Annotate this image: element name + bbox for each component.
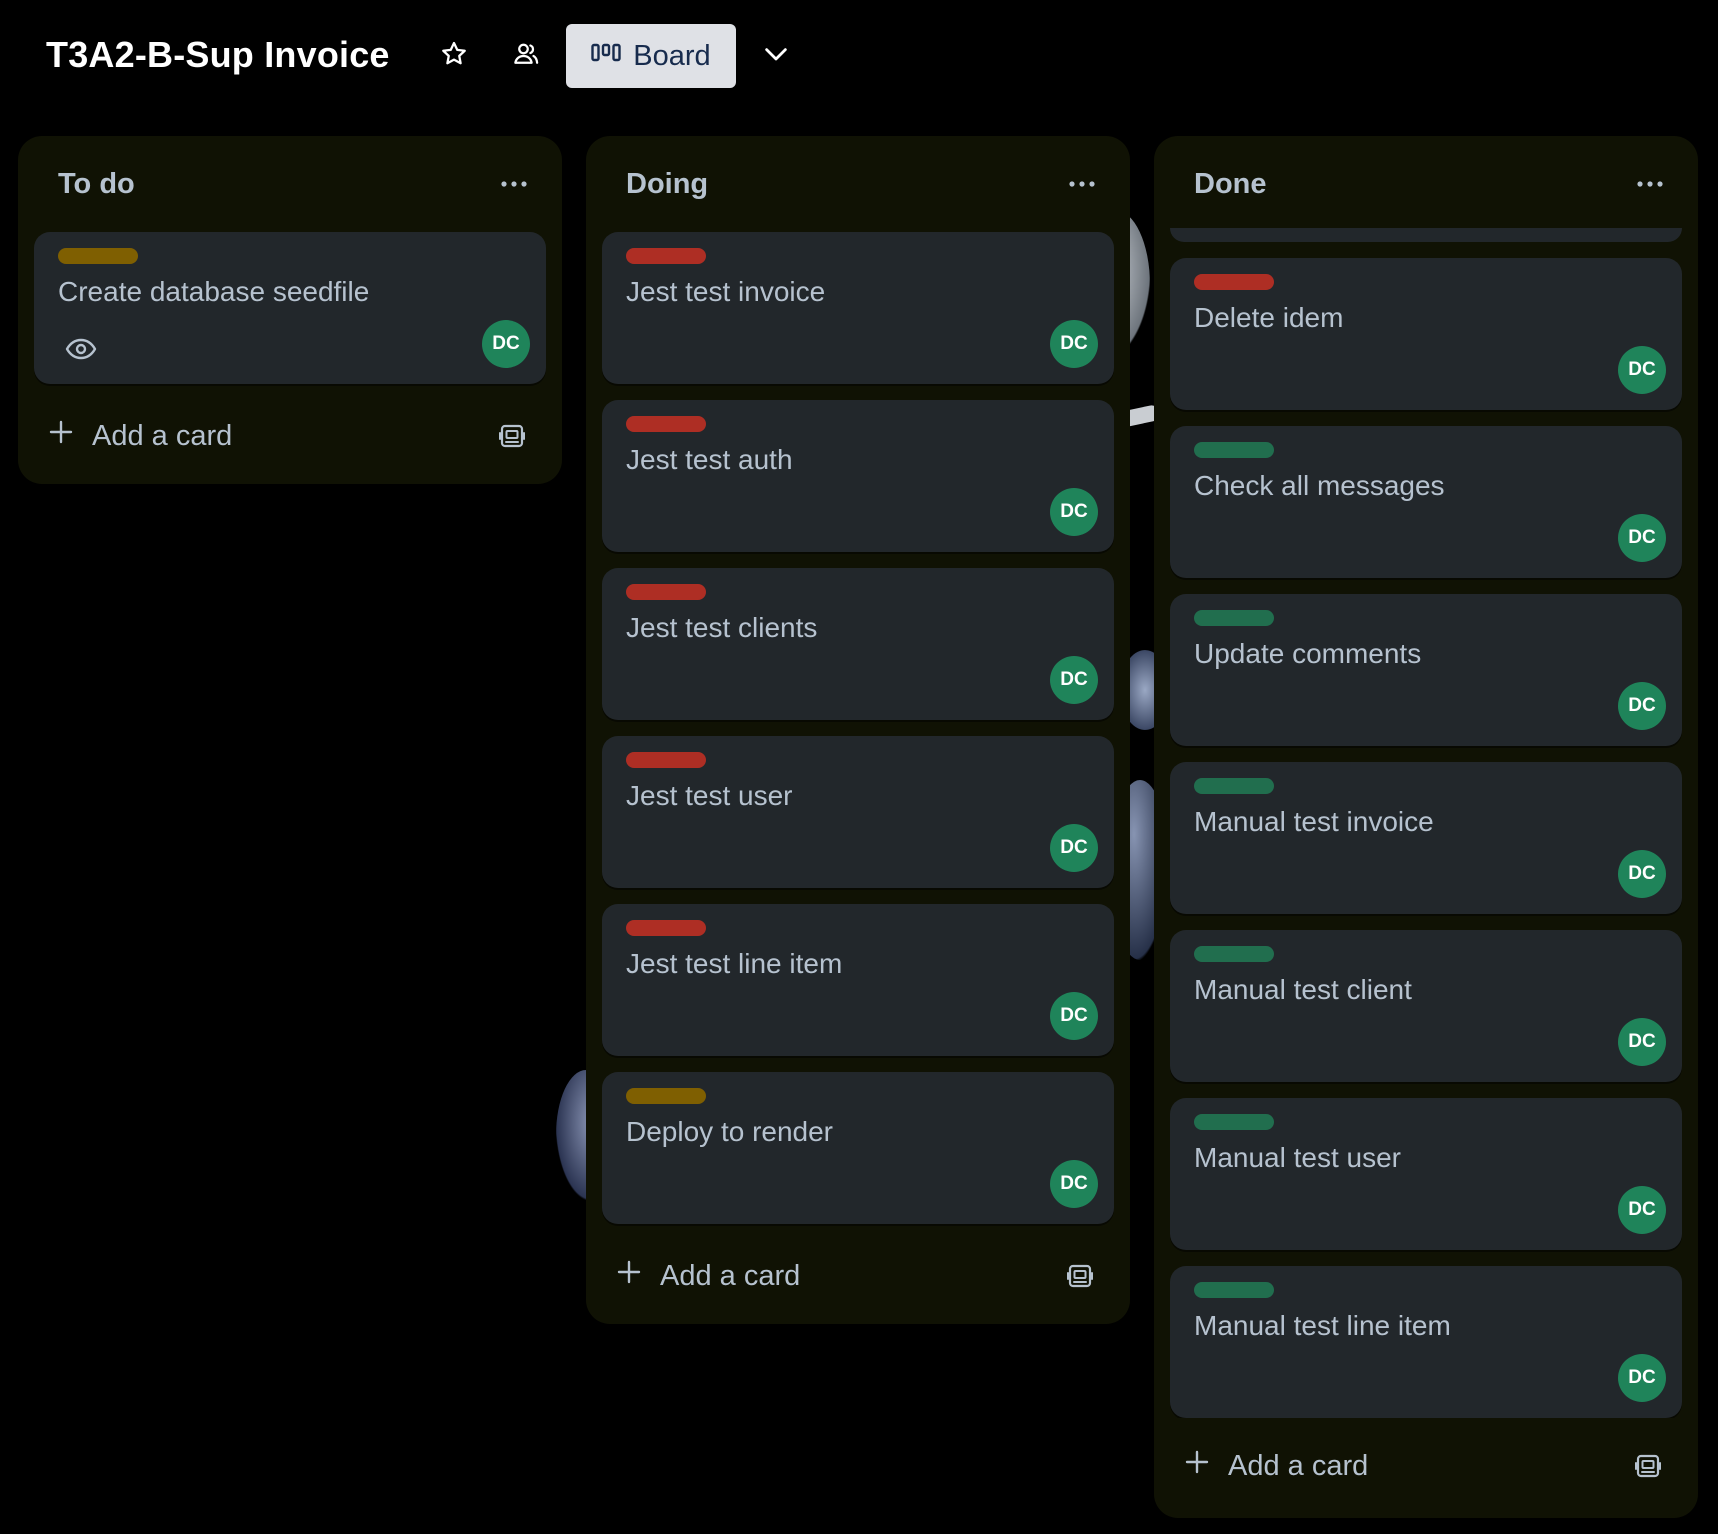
add-card-label: Add a card [92,419,233,452]
card-list: Delete idem DC Check all messages DC Upd… [1170,228,1682,1418]
card-title: Manual test user [1194,1142,1401,1173]
card-delete-idem[interactable]: Delete idem DC [1170,258,1682,410]
add-card-label: Add a card [660,1259,801,1292]
card-label-red [626,248,706,264]
visibility-people-icon[interactable] [508,36,544,72]
board-header: T3A2-B-Sup Invoice Board [0,0,1718,112]
card-template-icon[interactable] [1060,1256,1100,1296]
add-card-label: Add a card [1228,1449,1369,1482]
list-menu-icon[interactable] [494,166,534,202]
card-title: Jest test invoice [626,276,826,307]
card-jest-test-invoice[interactable]: Jest test invoice DC [602,232,1114,384]
add-card-button[interactable]: Add a card [1184,1442,1544,1490]
avatar[interactable]: DC [1618,514,1666,562]
eye-icon [64,336,98,362]
star-icon[interactable] [436,36,472,72]
card-title: Deploy to render [626,1116,834,1147]
card-label-green [1194,778,1274,794]
card-create-database-seedfile[interactable]: Create database seedfile DC [34,232,546,384]
card-title: Jest test user [626,780,793,811]
avatar[interactable]: DC [1618,1354,1666,1402]
card-manual-test-line-item[interactable]: Manual test line item DC [1170,1266,1682,1418]
card-title: Jest test clients [626,612,818,643]
card-label-yellow [58,248,138,264]
avatar[interactable]: DC [1050,488,1098,536]
card-label-red [1194,274,1274,290]
card-partially-scrolled[interactable] [1170,228,1682,242]
card-list: Create database seedfile DC [34,232,546,392]
avatar[interactable]: DC [1618,682,1666,730]
list-title[interactable]: Doing [626,168,708,201]
plus-icon [616,1259,642,1293]
avatar[interactable]: DC [1050,656,1098,704]
avatar[interactable]: DC [1618,1186,1666,1234]
card-title: Delete idem [1194,302,1344,333]
card-label-red [626,416,706,432]
avatar[interactable]: DC [1050,992,1098,1040]
avatar[interactable]: DC [1050,1160,1098,1208]
board-view-button[interactable]: Board [566,24,736,88]
list-menu-icon[interactable] [1630,166,1670,202]
board-title[interactable]: T3A2-B-Sup Invoice [46,34,390,76]
card-template-icon[interactable] [1628,1446,1668,1486]
list-doing: Doing Jest test invoice DC Jest test aut… [586,136,1130,1324]
card-label-yellow [626,1088,706,1104]
add-card-button[interactable]: Add a card [616,1252,976,1300]
card-title: Manual test invoice [1194,806,1434,837]
plus-icon [48,419,74,453]
card-label-red [626,752,706,768]
card-title: Manual test line item [1194,1310,1451,1341]
list-title[interactable]: To do [58,168,135,201]
card-jest-test-clients[interactable]: Jest test clients DC [602,568,1114,720]
card-label-green [1194,1114,1274,1130]
card-manual-test-invoice[interactable]: Manual test invoice DC [1170,762,1682,914]
chevron-down-icon[interactable] [758,36,794,72]
avatar[interactable]: DC [1050,824,1098,872]
avatar[interactable]: DC [1618,346,1666,394]
card-update-comments[interactable]: Update comments DC [1170,594,1682,746]
card-template-icon[interactable] [492,416,532,456]
board-view-icon [591,40,621,73]
plus-icon [1184,1449,1210,1483]
card-label-green [1194,1282,1274,1298]
card-deploy-to-render[interactable]: Deploy to render DC [602,1072,1114,1224]
list-done: Done Delete idem DC Check all messages D… [1154,136,1698,1518]
card-list: Jest test invoice DC Jest test auth DC J… [602,232,1114,1232]
card-title: Update comments [1194,638,1422,669]
card-label-red [626,584,706,600]
card-label-red [626,920,706,936]
card-manual-test-user[interactable]: Manual test user DC [1170,1098,1682,1250]
list-title[interactable]: Done [1194,168,1267,201]
card-jest-test-line-item[interactable]: Jest test line item DC [602,904,1114,1056]
card-title: Create database seedfile [58,276,370,307]
avatar[interactable]: DC [1050,320,1098,368]
card-manual-test-client[interactable]: Manual test client DC [1170,930,1682,1082]
list-menu-icon[interactable] [1062,166,1102,202]
add-card-button[interactable]: Add a card [48,412,408,460]
card-check-all-messages[interactable]: Check all messages DC [1170,426,1682,578]
card-title: Jest test line item [626,948,843,979]
avatar[interactable]: DC [1618,850,1666,898]
card-label-green [1194,946,1274,962]
list-todo: To do Create database seedfile DC Add a … [18,136,562,484]
card-title: Check all messages [1194,470,1445,501]
avatar[interactable]: DC [482,320,530,368]
card-label-green [1194,610,1274,626]
card-jest-test-user[interactable]: Jest test user DC [602,736,1114,888]
card-title: Jest test auth [626,444,793,475]
avatar[interactable]: DC [1618,1018,1666,1066]
card-label-green [1194,442,1274,458]
board-view-label: Board [633,39,711,72]
card-jest-test-auth[interactable]: Jest test auth DC [602,400,1114,552]
card-title: Manual test client [1194,974,1412,1005]
